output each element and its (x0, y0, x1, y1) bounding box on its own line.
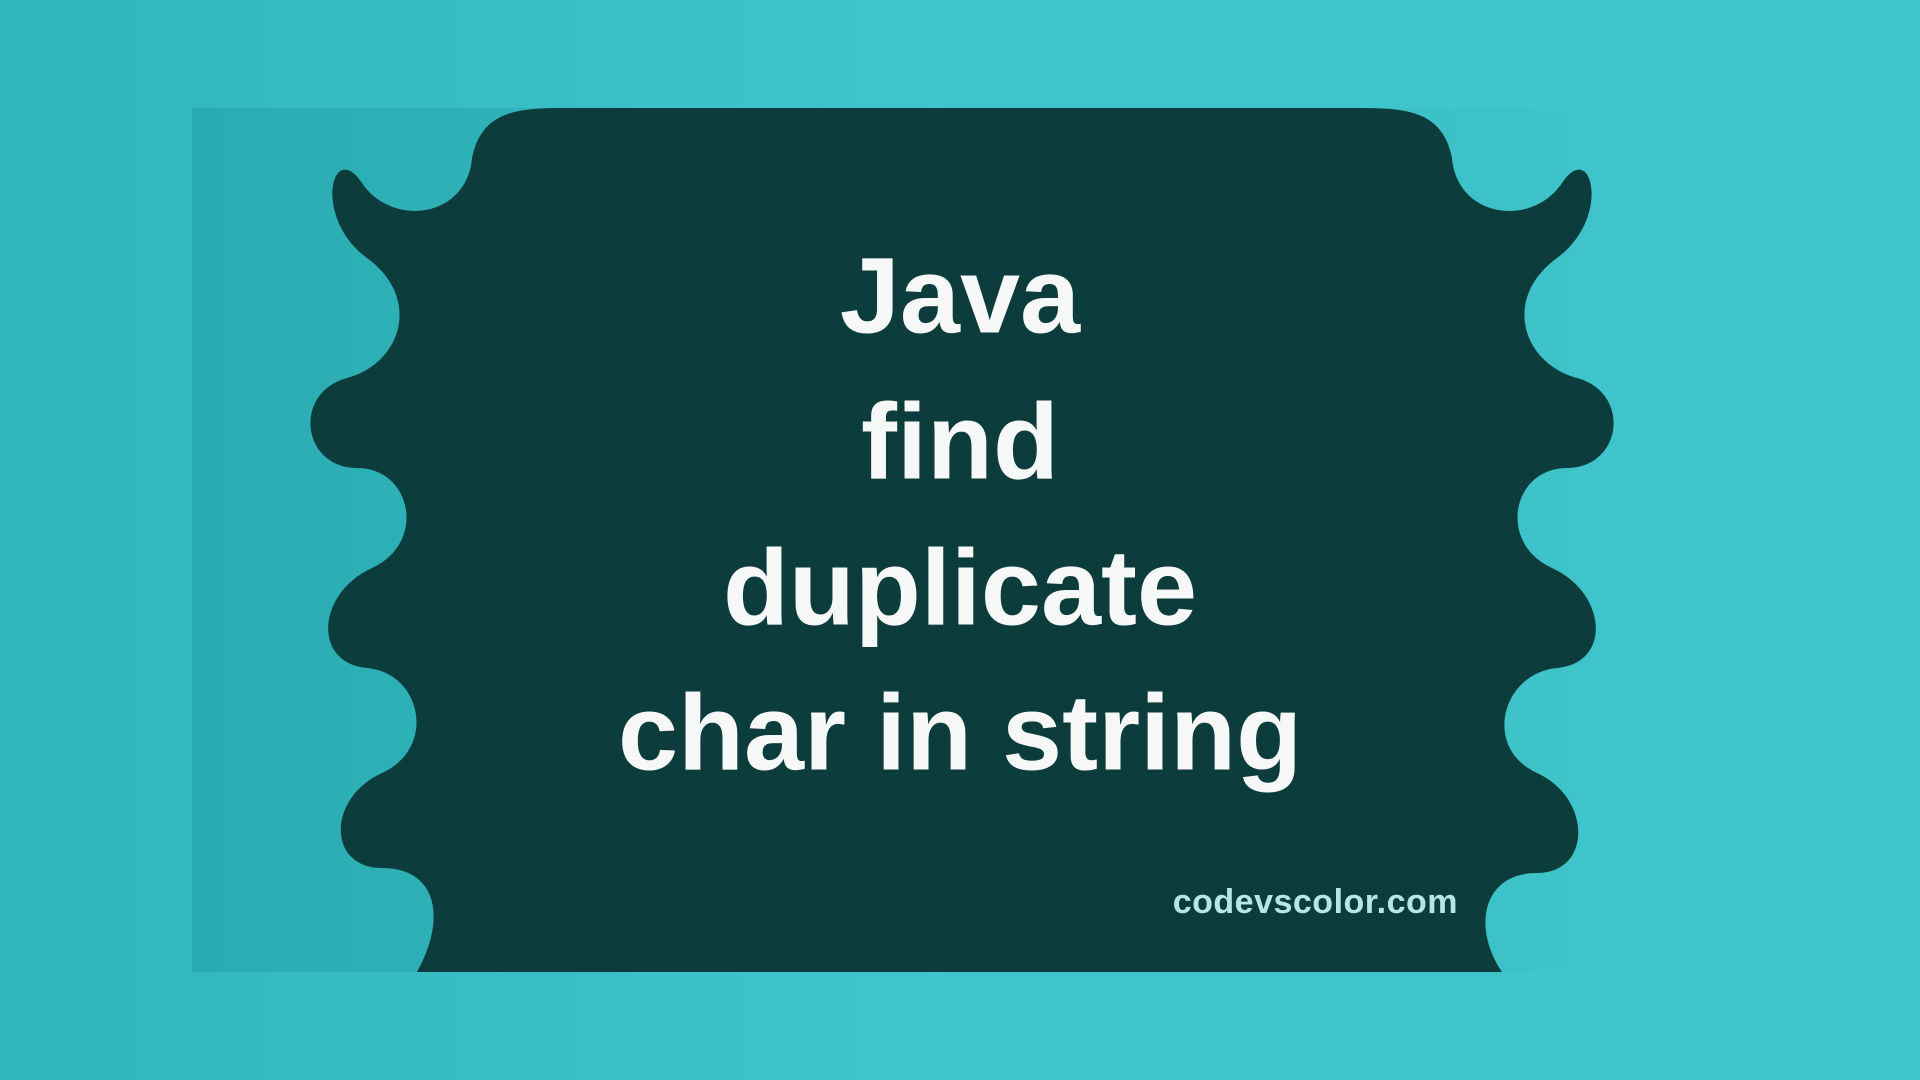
title-line-3: duplicate (618, 514, 1302, 660)
attribution-text: codevscolor.com (1173, 883, 1458, 922)
title-text: Java find duplicate char in string (618, 222, 1302, 805)
title-line-2: find (618, 368, 1302, 514)
title-line-4: char in string (618, 660, 1302, 806)
banner-container: Java find duplicate char in string codev… (192, 108, 1728, 972)
title-line-1: Java (618, 222, 1302, 368)
